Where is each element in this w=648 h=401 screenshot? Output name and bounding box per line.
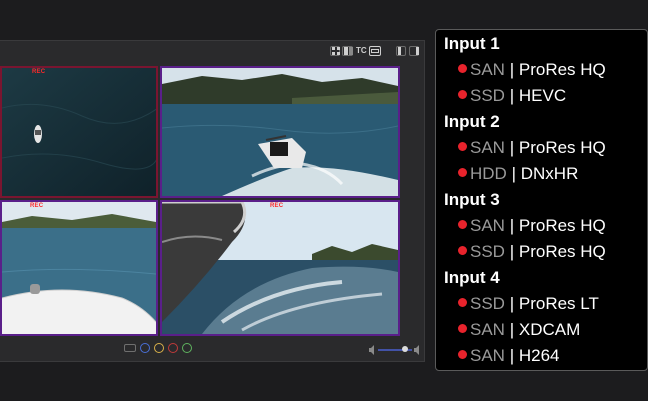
viewer-toolbar: TC: [0, 41, 424, 63]
separator: |: [509, 138, 515, 157]
format-label: XDCAM: [518, 320, 581, 339]
record-dot-icon: [458, 90, 467, 99]
separator: |: [509, 320, 515, 339]
split-icon[interactable]: [342, 46, 353, 56]
loop-icon[interactable]: [124, 344, 136, 352]
stream-row: SAN | ProRes HQ: [458, 60, 606, 80]
storage-label: SAN: [470, 138, 505, 157]
camera-angle-2[interactable]: [160, 66, 400, 198]
input-list-panel: Input 1 SAN | ProRes HQ SSD | HEVC Input…: [435, 29, 648, 371]
separator: |: [509, 60, 515, 79]
separator: |: [509, 346, 515, 365]
volume-high-icon: [414, 345, 419, 355]
volume-low-icon: [369, 345, 374, 355]
separator: |: [509, 294, 515, 313]
format-label: ProRes HQ: [518, 242, 606, 261]
separator: |: [509, 86, 515, 105]
volume-control: [368, 343, 422, 355]
stream-row: SSD | ProRes LT: [458, 294, 599, 314]
camera-angle-1[interactable]: REC: [0, 66, 158, 198]
storage-label: SAN: [470, 346, 505, 365]
camera-angle-3[interactable]: REC: [0, 200, 158, 336]
storage-label: SAN: [470, 216, 505, 235]
stream-row: SSD | HEVC: [458, 86, 566, 106]
stream-row: SSD | ProRes HQ: [458, 242, 606, 262]
format-label: ProRes LT: [518, 294, 599, 313]
stream-row: SAN | H264: [458, 346, 560, 366]
format-label: ProRes HQ: [518, 216, 606, 235]
rec-indicator: REC: [30, 203, 44, 209]
pause-icon[interactable]: [154, 343, 164, 353]
tc-label[interactable]: TC: [355, 46, 368, 56]
storage-label: HDD: [470, 164, 507, 183]
display-icon[interactable]: [369, 46, 381, 56]
record-icon[interactable]: [140, 343, 150, 353]
storage-label: SAN: [470, 60, 505, 79]
record-dot-icon: [458, 64, 467, 73]
stream-row: SAN | ProRes HQ: [458, 216, 606, 236]
format-label: ProRes HQ: [518, 138, 606, 157]
layout-left-icon[interactable]: [396, 46, 406, 56]
camera-angle-4[interactable]: REC: [160, 200, 400, 336]
format-label: H264: [518, 346, 560, 365]
stream-row: SAN | XDCAM: [458, 320, 580, 340]
format-label: DNxHR: [520, 164, 579, 183]
format-label: HEVC: [518, 86, 567, 105]
input-title: Input 3: [444, 190, 500, 209]
input-title: Input 2: [444, 112, 500, 131]
storage-label: SSD: [470, 242, 505, 261]
stream-row: SAN | ProRes HQ: [458, 138, 606, 158]
stop-icon[interactable]: [168, 343, 178, 353]
rec-indicator: REC: [270, 203, 284, 209]
record-dot-icon: [458, 298, 467, 307]
record-dot-icon: [458, 246, 467, 255]
storage-label: SSD: [470, 294, 505, 313]
separator: |: [509, 242, 515, 261]
record-dot-icon: [458, 168, 467, 177]
storage-label: SSD: [470, 86, 505, 105]
record-dot-icon: [458, 324, 467, 333]
input-title: Input 4: [444, 268, 500, 287]
input-title: Input 1: [444, 34, 500, 53]
record-dot-icon: [458, 350, 467, 359]
stream-row: HDD | DNxHR: [458, 164, 578, 184]
camera-grid: REC REC REC: [0, 66, 400, 376]
separator: |: [511, 164, 516, 183]
grid-icon[interactable]: [330, 46, 340, 56]
multicam-viewer: TC REC REC REC: [0, 40, 425, 362]
record-dot-icon: [458, 220, 467, 229]
separator: |: [509, 216, 515, 235]
app-window: TC REC REC REC Input 1 SAN | ProRes HQ S…: [0, 0, 648, 401]
storage-label: SAN: [470, 320, 505, 339]
format-label: ProRes HQ: [518, 60, 606, 79]
play-icon[interactable]: [182, 343, 192, 353]
layout-right-icon[interactable]: [409, 46, 419, 56]
rec-indicator: REC: [32, 69, 46, 75]
record-dot-icon: [458, 142, 467, 151]
